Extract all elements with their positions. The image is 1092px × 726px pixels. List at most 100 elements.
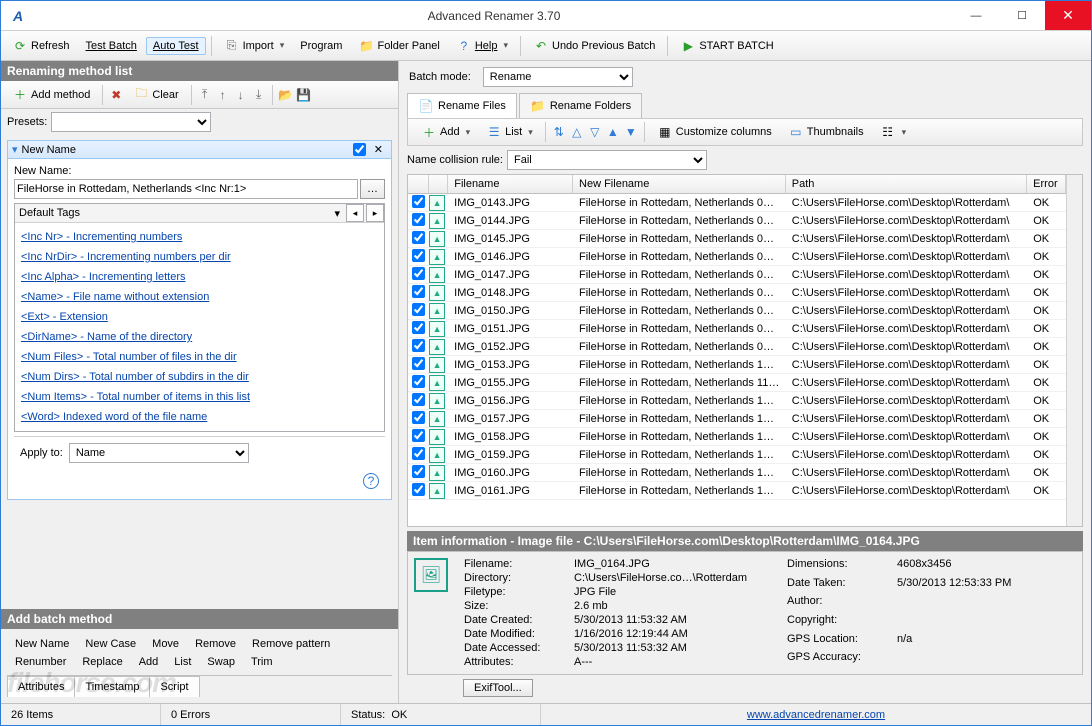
batch-method-remove[interactable]: Remove	[187, 635, 244, 653]
tag-link[interactable]: <Inc Alpha> - Incrementing letters	[21, 267, 378, 287]
row-checkbox[interactable]	[412, 375, 425, 388]
batch-method-move[interactable]: Move	[144, 635, 187, 653]
thumbnails-button[interactable]: ▭Thumbnails	[781, 121, 871, 143]
batch-method-trim[interactable]: Trim	[243, 653, 281, 671]
row-checkbox[interactable]	[412, 447, 425, 460]
table-row[interactable]: ▲IMG_0156.JPGFileHorse in Rottedam, Neth…	[408, 392, 1066, 410]
table-row[interactable]: ▲IMG_0161.JPGFileHorse in Rottedam, Neth…	[408, 482, 1066, 500]
tag-link[interactable]: <Inc NrDir> - Incrementing numbers per d…	[21, 247, 378, 267]
table-row[interactable]: ▲IMG_0158.JPGFileHorse in Rottedam, Neth…	[408, 428, 1066, 446]
table-row[interactable]: ▲IMG_0144.JPGFileHorse in Rottedam, Neth…	[408, 212, 1066, 230]
batch-method-new-case[interactable]: New Case	[77, 635, 144, 653]
undo-button[interactable]: ↶Undo Previous Batch	[526, 35, 662, 57]
row-checkbox[interactable]	[412, 267, 425, 280]
row-checkbox[interactable]	[412, 231, 425, 244]
table-row[interactable]: ▲IMG_0160.JPGFileHorse in Rottedam, Neth…	[408, 464, 1066, 482]
tag-link[interactable]: <Ext> - Extension	[21, 307, 378, 327]
col-path[interactable]: Path	[786, 175, 1027, 193]
row-checkbox[interactable]	[412, 249, 425, 262]
row-checkbox[interactable]	[412, 357, 425, 370]
import-button[interactable]: ⎘Import	[217, 35, 292, 57]
tags-next-button[interactable]: ▸	[366, 204, 384, 222]
row-checkbox[interactable]	[412, 321, 425, 334]
vertical-scrollbar[interactable]	[1066, 175, 1082, 526]
tri-up-icon[interactable]: △	[569, 124, 585, 140]
table-row[interactable]: ▲IMG_0147.JPGFileHorse in Rottedam, Neth…	[408, 266, 1066, 284]
exiftool-button[interactable]: ExifTool...	[463, 679, 533, 697]
table-row[interactable]: ▲IMG_0152.JPGFileHorse in Rottedam, Neth…	[408, 338, 1066, 356]
folder-panel-button[interactable]: 📁Folder Panel	[351, 35, 446, 57]
tab-rename-files[interactable]: 📄Rename Files	[407, 93, 517, 118]
apply-to-select[interactable]: Name	[69, 443, 249, 463]
tag-link[interactable]: <Num Files> - Total number of files in t…	[21, 347, 378, 367]
tags-dropdown[interactable]: Default Tags ▾	[15, 205, 344, 222]
view-options-button[interactable]: ☷	[873, 121, 914, 143]
row-checkbox[interactable]	[412, 465, 425, 478]
sort-az-icon[interactable]: ⇅	[551, 124, 567, 140]
delete-method-icon[interactable]: ✖	[108, 87, 124, 103]
tag-link[interactable]: <Num Items> - Total number of items in t…	[21, 387, 378, 407]
tag-link[interactable]: <Word> Indexed word of the file name	[21, 407, 378, 427]
col-filename[interactable]: Filename	[448, 175, 573, 193]
clear-button[interactable]: 🗀Clear	[126, 84, 185, 106]
row-checkbox[interactable]	[412, 339, 425, 352]
row-checkbox[interactable]	[412, 483, 425, 496]
tag-link[interactable]: <Inc Nr> - Incrementing numbers	[21, 227, 378, 247]
batch-tab-timestamp[interactable]: Timestamp	[74, 676, 150, 697]
batch-method-replace[interactable]: Replace	[74, 653, 130, 671]
row-checkbox[interactable]	[412, 429, 425, 442]
row-checkbox[interactable]	[412, 195, 425, 208]
save-icon[interactable]: 💾	[296, 87, 312, 103]
auto-test-button[interactable]: Auto Test	[146, 37, 206, 55]
row-checkbox[interactable]	[412, 303, 425, 316]
refresh-button[interactable]: ⟳Refresh	[5, 35, 77, 57]
add-files-button[interactable]: ＋Add	[414, 121, 477, 143]
col-new-filename[interactable]: New Filename	[573, 175, 786, 193]
row-checkbox[interactable]	[412, 393, 425, 406]
tag-link[interactable]: <DirName> - Name of the directory	[21, 327, 378, 347]
homepage-link[interactable]: www.advancedrenamer.com	[747, 709, 885, 721]
batch-method-list[interactable]: List	[166, 653, 199, 671]
list-button[interactable]: ☰List	[479, 121, 540, 143]
close-button[interactable]: ✕	[1045, 1, 1091, 30]
open-icon[interactable]: 📂	[278, 87, 294, 103]
tri-up2-icon[interactable]: ▲	[605, 124, 621, 140]
batch-mode-select[interactable]: Rename	[483, 67, 633, 87]
batch-method-swap[interactable]: Swap	[199, 653, 243, 671]
batch-method-new-name[interactable]: New Name	[7, 635, 77, 653]
minimize-button[interactable]: —	[953, 1, 999, 30]
tag-link[interactable]: <Num Dirs> - Total number of subdirs in …	[21, 367, 378, 387]
table-row[interactable]: ▲IMG_0155.JPGFileHorse in Rottedam, Neth…	[408, 374, 1066, 392]
start-batch-button[interactable]: ▶START BATCH	[673, 35, 780, 57]
table-row[interactable]: ▲IMG_0150.JPGFileHorse in Rottedam, Neth…	[408, 302, 1066, 320]
table-row[interactable]: ▲IMG_0146.JPGFileHorse in Rottedam, Neth…	[408, 248, 1066, 266]
customize-columns-button[interactable]: ▦Customize columns	[650, 121, 779, 143]
help-button[interactable]: ?Help	[449, 35, 515, 57]
collision-select[interactable]: Fail	[507, 150, 707, 170]
row-checkbox[interactable]	[412, 213, 425, 226]
batch-tab-attributes[interactable]: Attributes	[7, 676, 75, 697]
test-batch-button[interactable]: Test Batch	[79, 37, 144, 55]
move-top-icon[interactable]: ⤒	[197, 87, 213, 103]
tri-down-icon[interactable]: ▽	[587, 124, 603, 140]
col-error[interactable]: Error	[1027, 175, 1066, 193]
add-method-button[interactable]: ＋Add method	[5, 84, 97, 106]
collapse-icon[interactable]: ▾	[12, 143, 18, 156]
table-row[interactable]: ▲IMG_0151.JPGFileHorse in Rottedam, Neth…	[408, 320, 1066, 338]
row-checkbox[interactable]	[412, 411, 425, 424]
row-checkbox[interactable]	[412, 285, 425, 298]
method-help-icon[interactable]: ?	[363, 473, 379, 489]
tri-down2-icon[interactable]: ▼	[623, 124, 639, 140]
tab-rename-folders[interactable]: 📁Rename Folders	[519, 93, 642, 118]
new-name-input[interactable]	[14, 179, 358, 199]
batch-method-add[interactable]: Add	[131, 653, 167, 671]
move-down-icon[interactable]: ↓	[233, 87, 249, 103]
move-bottom-icon[interactable]: ⤓	[251, 87, 267, 103]
maximize-button[interactable]: ☐	[999, 1, 1045, 30]
tags-prev-button[interactable]: ◂	[346, 204, 364, 222]
table-row[interactable]: ▲IMG_0153.JPGFileHorse in Rottedam, Neth…	[408, 356, 1066, 374]
move-up-icon[interactable]: ↑	[215, 87, 231, 103]
table-row[interactable]: ▲IMG_0157.JPGFileHorse in Rottedam, Neth…	[408, 410, 1066, 428]
program-button[interactable]: Program	[293, 37, 349, 55]
method-enabled-checkbox[interactable]	[353, 143, 366, 156]
